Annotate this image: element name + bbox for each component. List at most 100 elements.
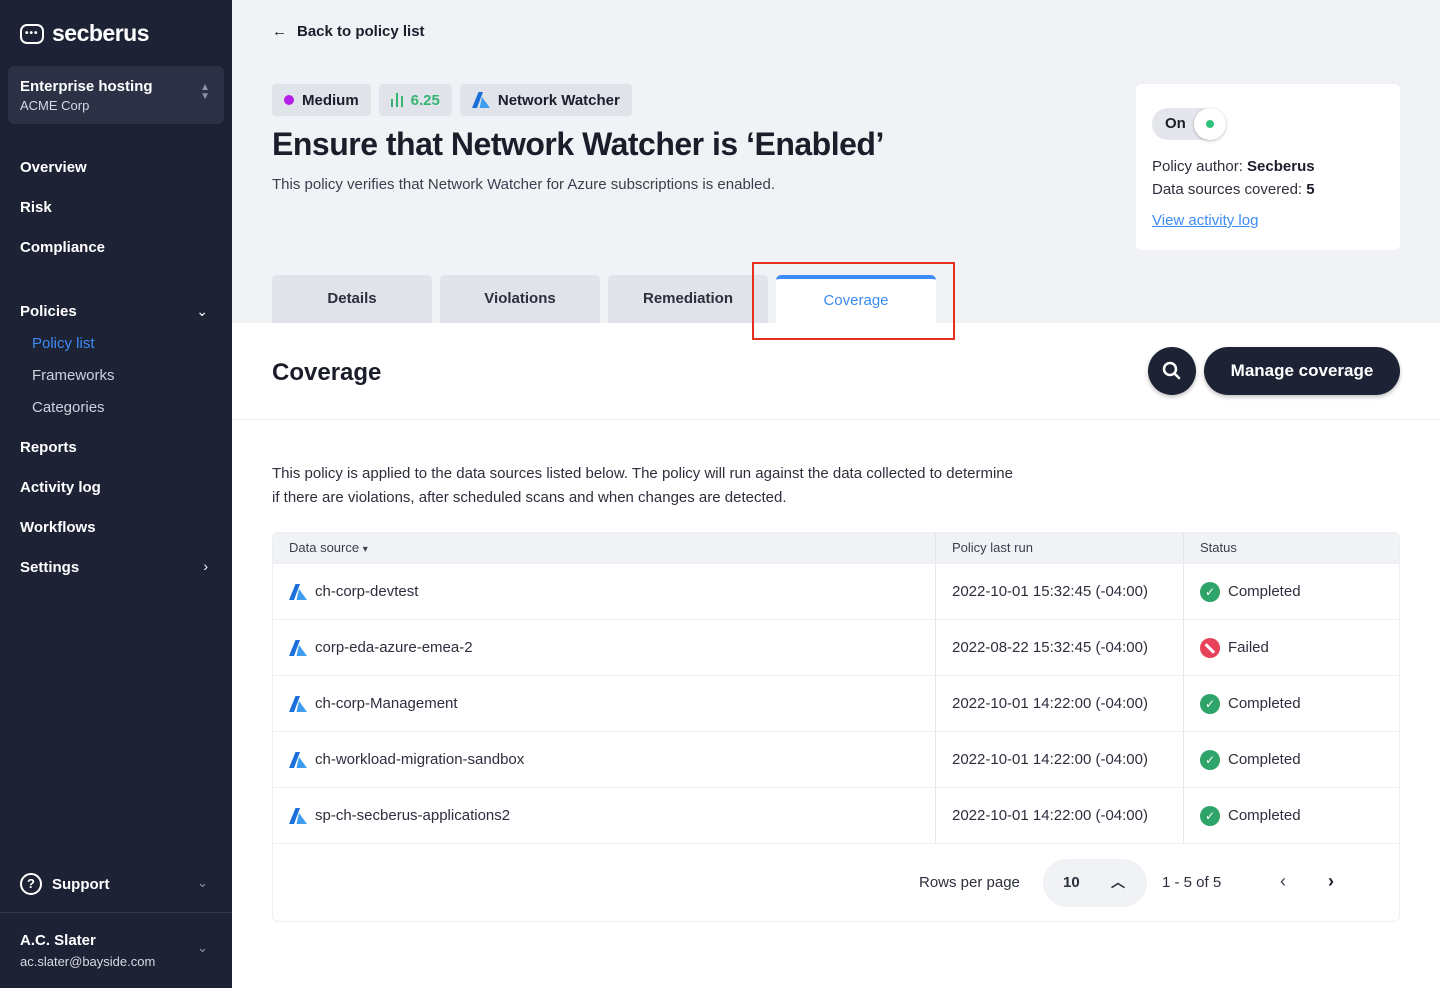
table-row[interactable]: ch-corp-Management 2022-10-01 14:22:00 (… (273, 675, 1399, 731)
azure-icon (289, 751, 307, 768)
back-label: Back to policy list (297, 23, 425, 40)
chevron-down-icon[interactable]: ⌄ (197, 875, 208, 891)
nav-categories[interactable]: Categories (32, 399, 105, 416)
data-source-cell: ch-corp-Management (273, 676, 936, 731)
author-value: Secberus (1247, 158, 1315, 175)
divider (0, 912, 232, 913)
nav-overview[interactable]: Overview (20, 159, 87, 176)
last-run-cell: 2022-10-01 14:22:00 (-04:00) (936, 788, 1184, 843)
logo[interactable]: ••• secberus (20, 20, 150, 47)
table-row[interactable]: corp-eda-azure-emea-2 2022-08-22 15:32:4… (273, 619, 1399, 675)
table-row[interactable]: ch-corp-devtest 2022-10-01 15:32:45 (-04… (273, 563, 1399, 619)
table-row[interactable]: sp-ch-secberus-applications2 2022-10-01 … (273, 787, 1399, 843)
status-cell: ✓ Completed (1184, 564, 1399, 619)
policy-author: Policy author: Secberus (1152, 158, 1384, 175)
coverage-intro: This policy is applied to the data sourc… (272, 462, 1072, 510)
toggle-label: On (1165, 115, 1186, 132)
chevron-left-icon[interactable]: ‹ (1280, 871, 1286, 892)
nav-support[interactable]: ? Support (20, 873, 110, 895)
data-source-name: ch-workload-migration-sandbox (315, 751, 525, 768)
last-run-cell: 2022-10-01 14:22:00 (-04:00) (936, 732, 1184, 787)
org-sub: ACME Corp (20, 98, 90, 113)
nav-frameworks[interactable]: Frameworks (32, 367, 115, 384)
chevron-up-icon: ︿ (1111, 874, 1125, 890)
data-source-name: ch-corp-devtest (315, 583, 419, 600)
author-label: Policy author: (1152, 158, 1248, 175)
back-link[interactable]: ← Back to policy list (272, 23, 425, 40)
severity-chip: Medium (272, 84, 371, 116)
status-cell: Failed (1184, 620, 1399, 675)
nav-workflows[interactable]: Workflows (20, 519, 96, 536)
rows-per-page-select[interactable]: 10 ︿ (1043, 859, 1147, 907)
status-cell: ✓ Completed (1184, 676, 1399, 731)
chevron-up-down-icon: ▲ ▼ (200, 82, 210, 102)
column-header-last-run[interactable]: Policy last run (936, 533, 1184, 563)
pagination-range: 1 - 5 of 5 (1162, 874, 1222, 891)
column-header-status[interactable]: Status (1184, 533, 1399, 563)
search-button[interactable] (1148, 347, 1196, 395)
sources-value: 5 (1306, 181, 1315, 198)
intro-line: if there are violations, after scheduled… (272, 489, 787, 506)
help-circle-icon: ? (20, 873, 42, 895)
header-label: Data source (289, 540, 360, 555)
severity-label: Medium (302, 91, 359, 109)
nav-reports[interactable]: Reports (20, 439, 77, 456)
column-header-data-source[interactable]: Data source ▾ (273, 533, 936, 563)
chevron-down-icon[interactable]: ⌄ (196, 303, 208, 320)
toggle-knob (1194, 108, 1226, 140)
sort-down-icon: ▾ (362, 544, 368, 555)
nav-activity-log[interactable]: Activity log (20, 479, 101, 496)
nav-risk[interactable]: Risk (20, 199, 52, 216)
user-email: ac.slater@bayside.com (20, 954, 156, 969)
status-label: Completed (1228, 695, 1301, 712)
data-source-cell: ch-corp-devtest (273, 564, 936, 619)
chevron-right-icon[interactable]: › (203, 558, 208, 574)
user-name[interactable]: A.C. Slater (20, 932, 96, 949)
nav-compliance[interactable]: Compliance (20, 239, 105, 256)
last-run-cell: 2022-10-01 14:22:00 (-04:00) (936, 676, 1184, 731)
sources-label: Data sources covered: (1152, 181, 1307, 198)
org-switcher[interactable]: Enterprise hosting ACME Corp ▲ ▼ (8, 66, 224, 124)
manage-coverage-button[interactable]: Manage coverage (1204, 347, 1400, 395)
nav-policy-list[interactable]: Policy list (32, 335, 95, 352)
view-activity-log-link[interactable]: View activity log (1152, 212, 1258, 229)
policy-toggle[interactable]: On (1152, 108, 1226, 140)
chevron-down-icon[interactable]: ⌄ (197, 940, 208, 956)
chevron-right-icon[interactable]: › (1328, 871, 1334, 892)
table-pagination: Rows per page 10 ︿ 1 - 5 of 5 ‹ › (273, 843, 1399, 921)
status-label: Failed (1228, 639, 1269, 656)
status-cell: ✓ Completed (1184, 788, 1399, 843)
page-title: Ensure that Network Watcher is ‘Enabled’ (272, 126, 884, 162)
score-chip: 6.25 (378, 84, 452, 116)
rows-per-page-value: 10 (1063, 874, 1080, 891)
coverage-table: Data source ▾ Policy last run Status ch-… (272, 532, 1400, 922)
sidebar: ••• secberus Enterprise hosting ACME Cor… (0, 0, 232, 988)
nav-settings[interactable]: Settings (20, 559, 79, 576)
nav-policies[interactable]: Policies (20, 303, 77, 320)
support-label: Support (52, 875, 110, 893)
check-circle-icon: ✓ (1200, 581, 1220, 602)
azure-icon (289, 639, 307, 656)
tab-remediation[interactable]: Remediation (608, 275, 768, 323)
tab-violations[interactable]: Violations (440, 275, 600, 323)
azure-icon (289, 807, 307, 824)
status-cell: ✓ Completed (1184, 732, 1399, 787)
error-circle-icon (1200, 637, 1220, 658)
data-source-cell: sp-ch-secberus-applications2 (273, 788, 936, 843)
table-row[interactable]: ch-workload-migration-sandbox 2022-10-01… (273, 731, 1399, 787)
section-title: Coverage (272, 359, 382, 386)
check-circle-icon: ✓ (1200, 749, 1220, 770)
arrow-left-icon: ← (272, 23, 287, 40)
data-sources-covered: Data sources covered: 5 (1152, 181, 1384, 198)
tab-details[interactable]: Details (272, 275, 432, 323)
check-circle-icon: ✓ (1200, 693, 1220, 714)
policy-chips: Medium 6.25 Network Watcher (272, 84, 632, 116)
policy-info-card: On Policy author: Secberus Data sources … (1136, 84, 1400, 250)
policy-description: This policy verifies that Network Watche… (272, 176, 775, 193)
org-name: Enterprise hosting (20, 78, 153, 95)
score-value: 6.25 (410, 91, 440, 109)
highlight-box (752, 262, 955, 340)
data-source-name: ch-corp-Management (315, 695, 458, 712)
search-icon (1162, 361, 1181, 380)
bar-chart-icon (390, 93, 403, 107)
